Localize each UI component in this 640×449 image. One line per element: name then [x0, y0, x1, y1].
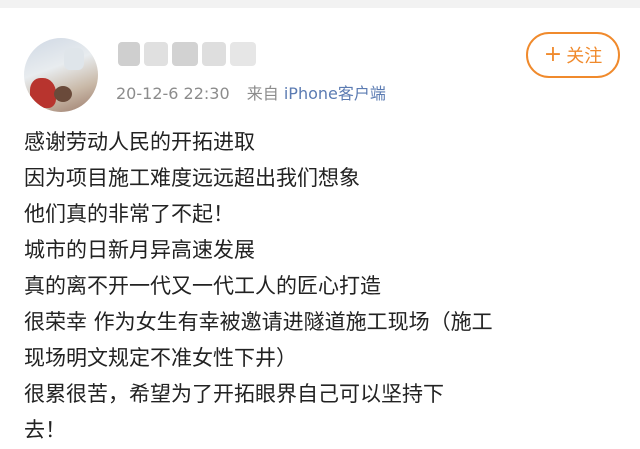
- post-timestamp: 20-12-6 22:30: [116, 84, 230, 103]
- avatar[interactable]: [24, 38, 98, 112]
- plus-icon: +: [543, 42, 563, 67]
- post-line: 他们真的非常了不起！: [24, 202, 234, 226]
- top-separator: [0, 0, 640, 8]
- post-line: 很累很苦，希望为了开拓眼界自己可以坚持下: [24, 382, 444, 406]
- post-line: 因为项目施工难度远远超出我们想象: [24, 166, 360, 190]
- post-meta: 20-12-6 22:30 来自 iPhone客户端: [116, 80, 386, 104]
- source-prefix: 来自: [246, 84, 279, 103]
- follow-label: 关注: [566, 46, 603, 67]
- post-body: 感谢劳动人民的开拓进取 因为项目施工难度远远超出我们想象 他们真的非常了不起！ …: [24, 124, 630, 448]
- post-line: 现场明文规定不准女性下井）: [24, 346, 297, 370]
- follow-button[interactable]: + 关注: [526, 32, 620, 78]
- post-line: 感谢劳动人民的开拓进取: [24, 130, 255, 154]
- username-blurred[interactable]: [118, 38, 260, 68]
- post-line: 去！: [24, 418, 66, 442]
- post-line: 很荣幸 作为女生有幸被邀请进隧道施工现场（施工: [24, 310, 493, 334]
- source-app-link[interactable]: iPhone客户端: [284, 84, 386, 103]
- post-line: 真的离不开一代又一代工人的匠心打造: [24, 274, 381, 298]
- post-line: 城市的日新月异高速发展: [24, 238, 255, 262]
